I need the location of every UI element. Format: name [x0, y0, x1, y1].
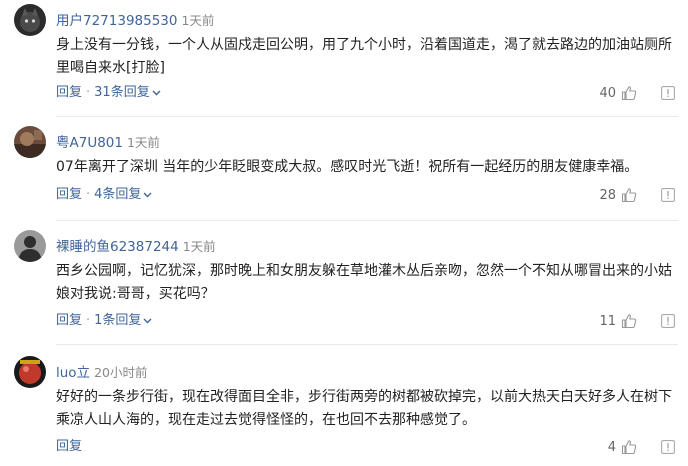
comment-meta: luo立 20小时前: [56, 356, 147, 388]
chevron-down-icon: [143, 318, 152, 323]
comment-time: 1天前: [126, 135, 160, 150]
report-icon[interactable]: [660, 85, 676, 101]
brown-photo-avatar-icon: [14, 126, 46, 158]
comment-time: 1天前: [182, 239, 216, 254]
person-silhouette-avatar-icon: [14, 230, 46, 262]
comment-text: 07年离开了深圳 当年的少年眨眼变成大叔。感叹时光飞逝！祝所有一起经历的朋友健康…: [56, 159, 639, 175]
comment-text: 身上没有一分钱，一个人从固戍走回公明，用了九个小时，沿着国道走，渴了就去路边的加…: [56, 37, 672, 76]
comment-item: 粤A7U801 1天前 07年离开了深圳 当年的少年眨眼变成大叔。感叹时光飞逝！祝…: [0, 126, 688, 216]
username[interactable]: 粤A7U801: [56, 135, 123, 151]
reply-button[interactable]: 回复: [56, 439, 82, 454]
thumbs-up-icon[interactable]: [620, 438, 638, 456]
thumbs-up-icon[interactable]: [620, 84, 638, 102]
comment-text: 好好的一条步行街，现在改得面目全非，步行街两旁的树都被砍掉完，以前大热天白天好多…: [56, 389, 672, 428]
user-avatar[interactable]: [14, 126, 46, 158]
username[interactable]: luo立: [56, 365, 90, 381]
replies-count: 1条回复: [94, 313, 142, 328]
like-count: 28: [599, 187, 616, 203]
report-icon[interactable]: [660, 439, 676, 455]
comment-time: 20小时前: [94, 365, 148, 380]
divider: [56, 116, 678, 117]
replies-count: 31条回复: [94, 85, 150, 100]
view-replies-button[interactable]: 31条回复: [94, 85, 161, 100]
comment-item: luo立 20小时前 好好的一条步行街，现在改得面目全非，步行街两旁的树都被砍掉完…: [0, 356, 688, 466]
username[interactable]: 用户72713985530: [56, 13, 177, 29]
divider: [56, 344, 678, 345]
comment-meta: 裸睡的鱼62387244 1天前: [56, 230, 216, 262]
comment-list: 用户72713985530 1天前 身上没有一分钱，一个人从固戍走回公明，用了九个…: [0, 0, 688, 466]
reply-button[interactable]: 回复: [56, 187, 82, 202]
chevron-down-icon: [152, 90, 161, 95]
username[interactable]: 裸睡的鱼62387244: [56, 239, 179, 255]
comment-meta: 粤A7U801 1天前: [56, 126, 160, 158]
comment-actions: 回复 · 1条回复 11: [56, 309, 676, 333]
divider: [56, 220, 678, 221]
like-count: 11: [599, 313, 616, 329]
user-avatar[interactable]: [14, 4, 46, 36]
user-avatar[interactable]: [14, 356, 46, 388]
comment-actions: 回复 · 31条回复 40: [56, 81, 676, 105]
comment-time: 1天前: [181, 13, 215, 28]
comment-text: 西乡公园啊，记忆犹深，那时晚上和女朋友躲在草地灌木丛后亲吻，忽然一个不知从哪冒出…: [56, 263, 672, 302]
report-icon[interactable]: [660, 187, 676, 203]
separator-dot: ·: [86, 85, 91, 100]
like-count: 4: [607, 439, 616, 455]
comment-item: 用户72713985530 1天前 身上没有一分钱，一个人从固戍走回公明，用了九个…: [0, 4, 688, 104]
reply-button[interactable]: 回复: [56, 313, 82, 328]
replies-count: 4条回复: [94, 187, 142, 202]
red-sphere-avatar-icon: [14, 356, 46, 388]
user-avatar[interactable]: [14, 230, 46, 262]
comment-item: 裸睡的鱼62387244 1天前 西乡公园啊，记忆犹深，那时晚上和女朋友躲在草地灌…: [0, 230, 688, 340]
separator-dot: ·: [86, 187, 91, 202]
chevron-down-icon: [143, 192, 152, 197]
comment-actions: 回复 4: [56, 435, 676, 459]
report-icon[interactable]: [660, 313, 676, 329]
dark-cat-avatar-icon: [14, 4, 46, 36]
comment-actions: 回复 · 4条回复 28: [56, 183, 676, 207]
view-replies-button[interactable]: 1条回复: [94, 313, 152, 328]
thumbs-up-icon[interactable]: [620, 186, 638, 204]
like-count: 40: [599, 85, 616, 101]
view-replies-button[interactable]: 4条回复: [94, 187, 152, 202]
comment-meta: 用户72713985530 1天前: [56, 4, 214, 36]
thumbs-up-icon[interactable]: [620, 312, 638, 330]
separator-dot: ·: [86, 313, 91, 328]
reply-button[interactable]: 回复: [56, 85, 82, 100]
